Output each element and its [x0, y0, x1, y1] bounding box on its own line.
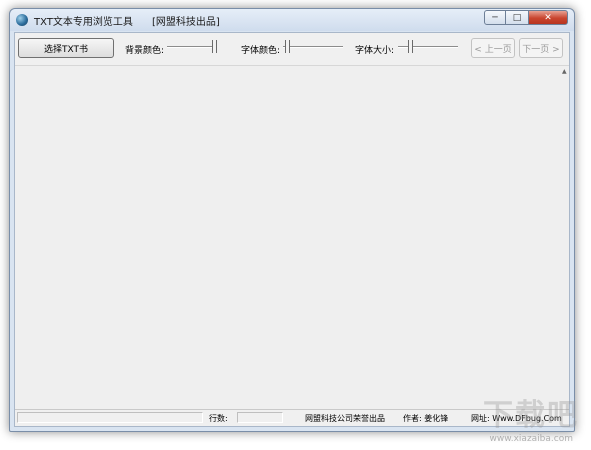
font-size-thumb[interactable] — [408, 40, 413, 53]
maximize-icon: □ — [512, 12, 522, 23]
font-size-slider[interactable] — [398, 40, 458, 54]
title-bar[interactable]: TXT文本专用浏览工具 [网盟科技出品] ─ □ ✕ — [10, 9, 574, 31]
prev-page-button[interactable]: < 上一页 — [471, 38, 515, 58]
font-size-label: 字体大小: — [355, 46, 395, 56]
font-color-slider[interactable] — [283, 40, 343, 54]
app-icon — [16, 14, 28, 26]
status-cell-blank — [17, 412, 203, 423]
minimize-button[interactable]: ─ — [484, 10, 506, 25]
minimize-icon: ─ — [492, 12, 498, 23]
next-page-button[interactable]: 下一页 > — [519, 38, 563, 58]
toolbar: 选择TXT书 背景颜色: 字体颜色: 字体大小: < 上一页 下一页 > — [15, 33, 569, 65]
watermark-url: www.xiazaiba.com — [489, 434, 573, 444]
text-content-area[interactable]: ▲ — [15, 65, 569, 410]
window-subtitle: [网盟科技出品] — [152, 17, 220, 28]
font-color-label: 字体颜色: — [241, 46, 281, 56]
font-color-track — [283, 46, 343, 48]
bg-color-label: 背景颜色: — [125, 46, 165, 56]
client-area: 选择TXT书 背景颜色: 字体颜色: 字体大小: < 上一页 下一页 > ▲ 行… — [14, 32, 570, 427]
close-button[interactable]: ✕ — [528, 10, 568, 25]
maximize-button[interactable]: □ — [506, 10, 528, 25]
company-credit: 网盟科技公司荣誉出品 — [305, 414, 385, 423]
font-size-track — [398, 46, 458, 48]
bg-color-slider[interactable] — [167, 40, 217, 54]
font-color-thumb[interactable] — [285, 40, 290, 53]
lines-value — [237, 412, 283, 423]
close-icon: ✕ — [544, 12, 552, 23]
app-window: TXT文本专用浏览工具 [网盟科技出品] ─ □ ✕ 选择TXT书 背景颜色: … — [9, 8, 575, 432]
caption-buttons: ─ □ ✕ — [484, 10, 568, 27]
watermark-logo: 下载吧 — [483, 398, 579, 433]
bg-color-track — [167, 46, 217, 48]
select-txt-button[interactable]: 选择TXT书 — [18, 38, 114, 58]
bg-color-thumb[interactable] — [212, 40, 217, 53]
lines-label: 行数: — [209, 414, 228, 423]
author-credit: 作者: 姜化锋 — [403, 414, 449, 423]
scroll-up-icon[interactable]: ▲ — [562, 68, 568, 76]
window-title: TXT文本专用浏览工具 — [34, 17, 133, 28]
